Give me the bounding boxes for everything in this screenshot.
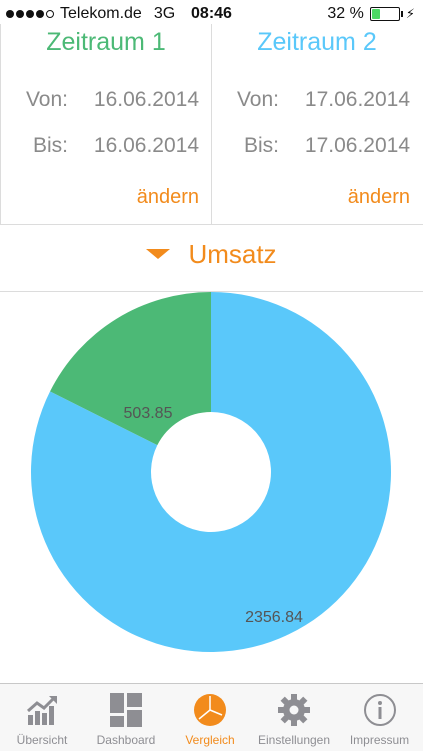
period-1-to-value: 16.06.2014 (93, 134, 199, 157)
donut-chart: 2356.84 503.85 (30, 292, 392, 652)
metric-selector[interactable]: Umsatz (0, 225, 423, 292)
period-2-from-label: Von: (236, 88, 279, 111)
tab-einstellungen[interactable]: Einstellungen (252, 684, 336, 751)
tab-impressum-label: Impressum (349, 733, 410, 747)
tab-uebersicht[interactable]: Übersicht (0, 684, 84, 751)
metric-selector-content: Umsatz (0, 239, 423, 270)
period-2-title: Zeitraum 2 (257, 28, 377, 56)
pie-slice-label-1: 503.85 (124, 405, 173, 422)
period-panels: Zeitraum 1 Von: 16.06.2014 Bis: 16.06.20… (0, 24, 423, 225)
battery-percent: 32 % (327, 5, 364, 22)
period-2-to-value: 17.06.2014 (304, 134, 410, 157)
pie-icon (168, 692, 252, 728)
info-icon (336, 692, 423, 728)
period-1-from-label: Von: (25, 88, 68, 111)
period-2-panel: Zeitraum 2 Von: 17.06.2014 Bis: 17.06.20… (211, 24, 422, 224)
tab-vergleich[interactable]: Vergleich (168, 684, 252, 751)
tab-einstellungen-label: Einstellungen (257, 733, 331, 747)
tab-impressum[interactable]: Impressum (336, 684, 423, 751)
grid-icon (84, 692, 168, 728)
battery-icon (369, 7, 403, 21)
comparison-chart: 2356.84 503.85 (0, 292, 423, 682)
tab-uebersicht-label: Übersicht (16, 733, 68, 747)
period-1-to-label: Bis: (32, 134, 68, 157)
period-2-to-label: Bis: (243, 134, 279, 157)
period-1-panel: Zeitraum 1 Von: 16.06.2014 Bis: 16.06.20… (0, 24, 211, 224)
tab-dashboard[interactable]: Dashboard (84, 684, 168, 751)
pie-slice-label-2: 2356.84 (245, 609, 303, 626)
period-1-change-button[interactable]: ändern (137, 186, 199, 209)
period-1-title: Zeitraum 1 (46, 28, 166, 56)
dropdown-triangle-icon (146, 249, 171, 260)
tab-bar: Übersicht Dashboard Vergleich Einstellun… (0, 683, 423, 751)
metric-label: Umsatz (188, 239, 277, 269)
period-2-change-button[interactable]: ändern (348, 186, 410, 209)
chart-trend-icon (0, 692, 84, 728)
tab-vergleich-label: Vergleich (185, 733, 235, 747)
period-1-from-value: 16.06.2014 (93, 88, 199, 111)
status-right: 32 % ⚡ (327, 5, 415, 23)
charging-icon: ⚡ (405, 6, 415, 21)
gear-icon (252, 692, 336, 728)
tab-dashboard-label: Dashboard (96, 733, 156, 747)
period-2-from-value: 17.06.2014 (304, 88, 410, 111)
